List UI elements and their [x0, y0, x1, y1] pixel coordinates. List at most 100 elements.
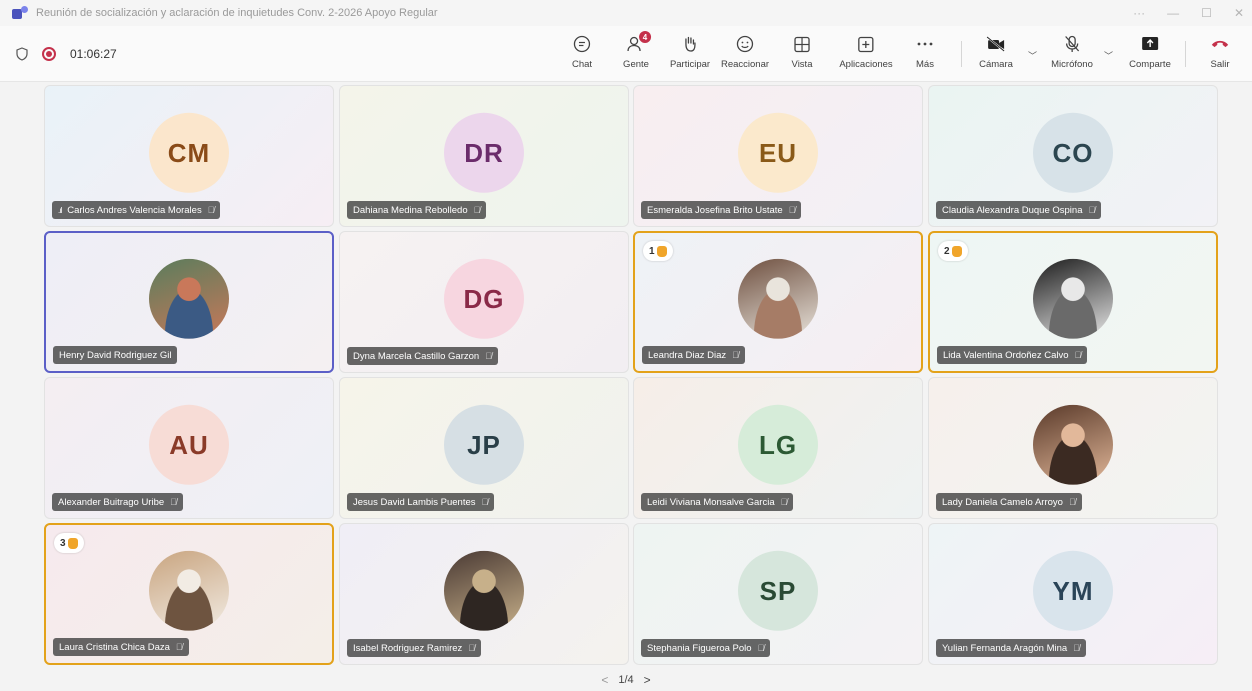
participant-name: Lady Daniela Camelo Arroyo — [942, 496, 1063, 508]
camera-button[interactable]: Cámara — [979, 34, 1013, 78]
participant-name-tag: .ıl Carlos Andres Valencia Morales 🎙̸ — [52, 201, 221, 219]
mic-off-icon: 🎙̸ — [175, 642, 183, 652]
participant-tile-hand-raised[interactable]: 3 Laura Cristina Chica Daza 🎙̸ — [44, 523, 334, 665]
participant-tile-hand-raised[interactable]: 2 Lida Valentina Ordoñez Calvo 🎙̸ — [928, 231, 1218, 373]
meeting-timer: 01:06:27 — [70, 47, 117, 61]
participant-tile[interactable]: CM .ıl Carlos Andres Valencia Morales 🎙̸ — [44, 85, 334, 227]
participant-name: Alexander Buitrago Uribe — [58, 496, 165, 508]
chat-icon — [572, 34, 592, 54]
window-title: Reunión de socialización y aclaración de… — [36, 7, 438, 19]
more-icon — [915, 34, 935, 54]
title-bar: Reunión de socialización y aclaración de… — [0, 0, 1252, 26]
mic-off-icon: 🎙̸ — [780, 497, 788, 507]
participant-name-tag: Lida Valentina Ordoñez Calvo 🎙̸ — [937, 346, 1088, 364]
participant-photo — [738, 258, 818, 339]
participant-name: Carlos Andres Valencia Morales — [67, 204, 202, 216]
react-button[interactable]: Reaccionar — [721, 34, 769, 78]
participant-tile[interactable]: SP Stephania Figueroa Polo 🎙̸ — [633, 523, 923, 665]
mic-off-icon — [1062, 34, 1082, 54]
apps-button[interactable]: Aplicaciones — [839, 34, 893, 78]
participant-name: Lida Valentina Ordoñez Calvo — [943, 349, 1069, 361]
raise-hand-button[interactable]: Participar — [670, 34, 710, 78]
shield-icon[interactable] — [16, 47, 28, 61]
mic-off-icon: 🎙̸ — [473, 205, 481, 215]
participant-name: Stephania Figueroa Polo — [647, 642, 752, 654]
participant-name-tag: Yulian Fernanda Aragón Mina 🎙̸ — [936, 639, 1086, 657]
participant-name: Leidi Viviana Monsalve Garcia — [647, 496, 775, 508]
smile-icon — [735, 34, 755, 54]
more-button[interactable]: Más — [915, 34, 935, 78]
page-indicator: 1/4 — [618, 674, 634, 686]
microphone-options-chevron-icon[interactable]: ﹀ — [1104, 49, 1113, 62]
share-icon — [1140, 34, 1160, 54]
signal-strength-icon: .ıl — [58, 205, 62, 215]
participant-name-tag: Dyna Marcela Castillo Garzon 🎙̸ — [347, 347, 498, 365]
participant-name-tag: Esmeralda Josefina Brito Ustate 🎙̸ — [641, 201, 802, 219]
participant-avatar: DR — [444, 112, 524, 193]
participant-tile[interactable]: CO Claudia Alexandra Duque Ospina 🎙̸ — [928, 85, 1218, 227]
participant-tile[interactable]: DR Dahiana Medina Rebolledo 🎙̸ — [339, 85, 629, 227]
chat-button[interactable]: Chat — [572, 34, 592, 78]
recording-icon — [42, 47, 56, 61]
participant-name-tag: Leandra Diaz Diaz 🎙̸ — [642, 346, 745, 364]
mic-off-icon: 🎙̸ — [1074, 350, 1082, 360]
participant-tile[interactable]: EU Esmeralda Josefina Brito Ustate 🎙̸ — [633, 85, 923, 227]
raised-hand-icon — [951, 245, 962, 257]
participant-photo — [1033, 404, 1113, 485]
participant-tile[interactable]: AU Alexander Buitrago Uribe 🎙̸ — [44, 377, 334, 519]
mic-off-icon: 🎙̸ — [207, 205, 215, 215]
participant-avatar: DG — [444, 258, 524, 339]
meeting-toolbar: 01:06:27 Chat 4 Gente Participar Reaccio… — [0, 26, 1252, 82]
share-button[interactable]: Comparte — [1129, 34, 1171, 78]
teams-logo-icon — [12, 6, 28, 20]
toolbar-divider — [961, 41, 962, 67]
view-button[interactable]: Vista — [792, 34, 812, 78]
previous-page-icon[interactable]: < — [601, 673, 608, 687]
participant-avatar: CO — [1033, 112, 1113, 193]
window-minimize-icon[interactable]: — — [1167, 6, 1179, 20]
participant-tile-hand-raised[interactable]: 1 Leandra Diaz Diaz 🎙̸ — [633, 231, 923, 373]
grid-view-icon — [792, 34, 812, 54]
raised-hand-badge: 3 — [54, 533, 84, 553]
participant-tile-speaking[interactable]: Henry David Rodriguez Gil — [44, 231, 334, 373]
people-button[interactable]: 4 Gente — [623, 31, 651, 78]
participant-name: Dyna Marcela Castillo Garzon — [353, 350, 480, 362]
participant-name: Isabel Rodriguez Ramirez — [353, 642, 463, 654]
leave-button[interactable]: Salir — [1210, 34, 1230, 78]
participant-tile[interactable]: Isabel Rodriguez Ramirez 🎙̸ — [339, 523, 629, 665]
participant-name: Leandra Diaz Diaz — [648, 349, 727, 361]
microphone-button[interactable]: Micrófono — [1051, 34, 1093, 78]
raised-hand-icon — [656, 245, 667, 257]
participant-name: Claudia Alexandra Duque Ospina — [942, 204, 1083, 216]
mic-off-icon: 🎙̸ — [170, 497, 177, 507]
participant-avatar: SP — [738, 550, 818, 631]
mic-off-icon: 🎙̸ — [468, 643, 476, 653]
participant-tile[interactable]: LG Leidi Viviana Monsalve Garcia 🎙̸ — [633, 377, 923, 519]
mic-off-icon: 🎙̸ — [485, 351, 492, 361]
participants-grid: CM .ıl Carlos Andres Valencia Morales 🎙̸… — [44, 85, 1218, 666]
window-more-icon[interactable]: ··· — [1133, 6, 1145, 20]
mic-off-icon: 🎙̸ — [757, 643, 765, 653]
participant-tile[interactable]: DG Dyna Marcela Castillo Garzon 🎙̸ — [339, 231, 629, 373]
participant-avatar: CM — [149, 112, 229, 193]
raise-hand-icon — [680, 34, 700, 54]
people-count-badge: 4 — [638, 31, 651, 43]
participant-name: Laura Cristina Chica Daza — [59, 641, 170, 653]
participant-tile[interactable]: Lady Daniela Camelo Arroyo 🎙̸ — [928, 377, 1218, 519]
participant-name: Esmeralda Josefina Brito Ustate — [647, 204, 783, 216]
participant-name: Dahiana Medina Rebolledo — [353, 204, 468, 216]
next-page-icon[interactable]: > — [644, 673, 651, 687]
participant-tile[interactable]: JP Jesus David Lambis Puentes 🎙̸ — [339, 377, 629, 519]
participant-tile[interactable]: YM Yulian Fernanda Aragón Mina 🎙̸ — [928, 523, 1218, 665]
participant-avatar: AU — [149, 404, 229, 485]
window-close-icon[interactable]: ✕ — [1234, 6, 1244, 20]
gallery-pager: < 1/4 > — [0, 670, 1252, 690]
participant-photo — [149, 258, 229, 339]
participant-name-tag: Stephania Figueroa Polo 🎙̸ — [641, 639, 771, 657]
camera-options-chevron-icon[interactable]: ﹀ — [1028, 49, 1037, 62]
leave-icon — [1210, 34, 1230, 54]
participant-name-tag: Isabel Rodriguez Ramirez 🎙̸ — [347, 639, 482, 657]
participant-name: Yulian Fernanda Aragón Mina — [942, 642, 1068, 654]
window-maximize-icon[interactable]: ☐ — [1201, 6, 1212, 20]
participant-name-tag: Jesus David Lambis Puentes 🎙̸ — [347, 493, 495, 511]
